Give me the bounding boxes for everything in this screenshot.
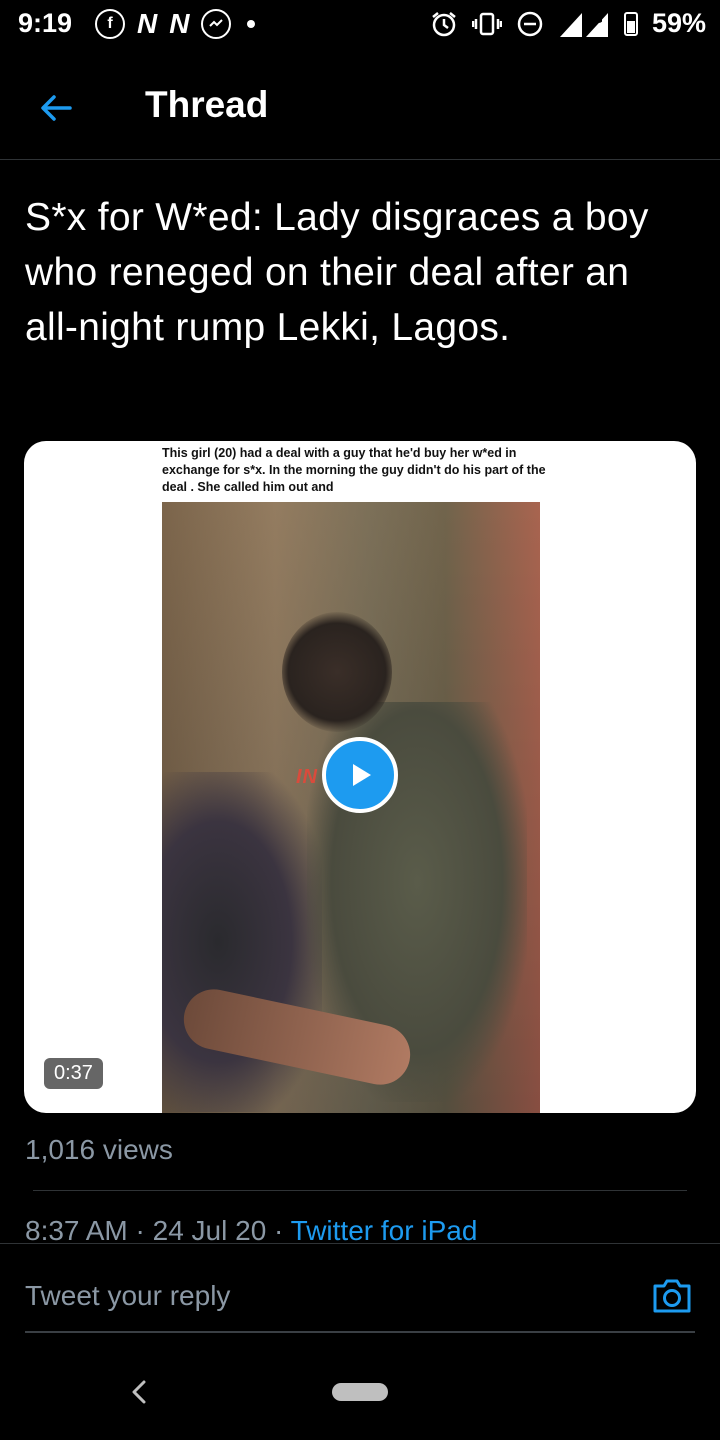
- page-title: Thread: [145, 84, 269, 125]
- status-bar: 9:19 f N N 3G 59%: [0, 0, 720, 50]
- tweet-source-link[interactable]: Twitter for iPad: [291, 1215, 478, 1243]
- signal-icon: 3G: [559, 12, 608, 37]
- tweet-time: 8:37 AM: [25, 1215, 128, 1243]
- messenger-icon: [201, 9, 232, 39]
- n-icon: N: [137, 8, 158, 39]
- view-count[interactable]: 1,016 views: [25, 1134, 173, 1166]
- video-person-head: [282, 612, 392, 732]
- dot-icon: [247, 20, 256, 28]
- play-icon: [353, 764, 371, 786]
- tweet-meta: 8:37 AM · 24 Jul 20 · Twitter for iPad: [25, 1215, 477, 1243]
- video-duration: 0:37: [44, 1058, 103, 1089]
- dnd-icon: [517, 11, 543, 36]
- n-icon: N: [169, 8, 190, 39]
- network-type: 3G: [588, 14, 603, 26]
- tweet-date: 24 Jul 20: [152, 1215, 267, 1243]
- video-caption: This girl (20) had a deal with a guy tha…: [162, 446, 546, 494]
- alarm-icon: [432, 11, 456, 36]
- reply-underline: [25, 1331, 695, 1333]
- battery-icon: [623, 11, 638, 36]
- play-button[interactable]: [322, 737, 398, 813]
- reply-bar: Tweet your reply: [0, 1243, 720, 1334]
- back-arrow-icon[interactable]: [36, 88, 76, 128]
- meta-separator: ·: [274, 1215, 284, 1243]
- divider: [33, 1190, 687, 1191]
- header-divider: [0, 159, 720, 160]
- nav-back-icon[interactable]: [124, 1372, 154, 1412]
- thread-header: Thread: [0, 60, 720, 156]
- home-button[interactable]: [332, 1383, 388, 1401]
- meta-separator: ·: [135, 1215, 145, 1243]
- system-icons: 3G 59%: [430, 8, 706, 39]
- battery-percent: 59%: [651, 8, 706, 38]
- camera-icon[interactable]: [651, 1274, 693, 1316]
- tweet-video[interactable]: This girl (20) had a deal with a guy tha…: [24, 441, 696, 1113]
- status-time: 9:19: [18, 8, 73, 38]
- reply-input[interactable]: Tweet your reply: [25, 1280, 230, 1312]
- notification-icons: f N N: [95, 8, 256, 40]
- tweet-text: S*x for W*ed: Lady disgraces a boy who r…: [25, 196, 649, 349]
- facebook-icon: f: [95, 9, 125, 39]
- vibrate-icon: [471, 12, 502, 35]
